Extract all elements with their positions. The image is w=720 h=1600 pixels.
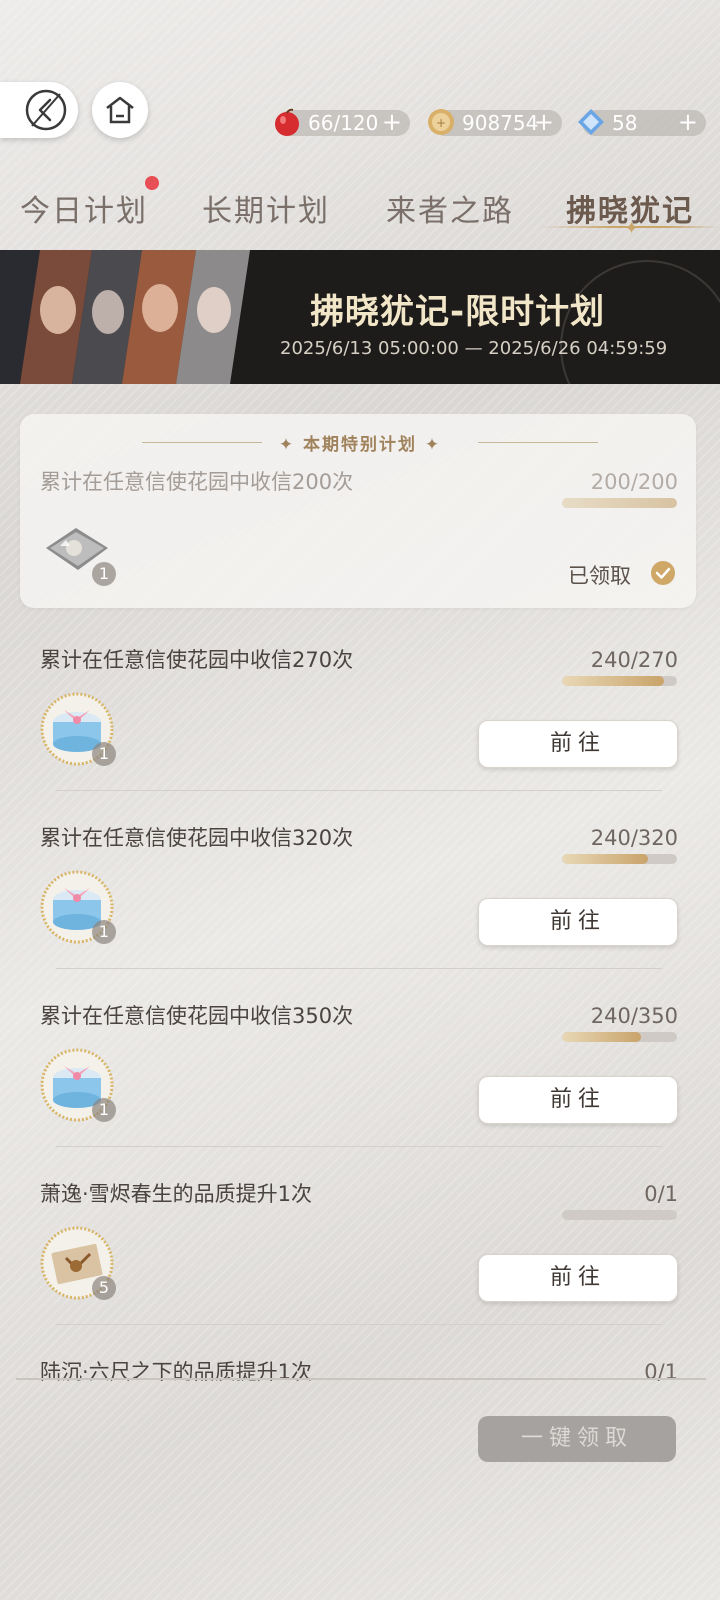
task-divider xyxy=(56,790,662,791)
go-button[interactable]: 前往 xyxy=(478,898,678,946)
stamina-value: 66/120 xyxy=(308,111,379,135)
reward-quantity: 1 xyxy=(92,920,116,944)
reward-quantity: 1 xyxy=(92,742,116,766)
reward-quantity: 5 xyxy=(92,1276,116,1300)
gold-coin-icon: + xyxy=(428,109,454,135)
go-button[interactable]: 前往 xyxy=(478,1254,678,1302)
task-progress: 240/350 xyxy=(590,1004,678,1028)
task-title: 累计在任意信使花园中收信270次 xyxy=(40,648,354,672)
progress-fill xyxy=(562,854,649,864)
notification-dot xyxy=(145,176,159,190)
diamond-value: 58 xyxy=(612,111,638,135)
tab-long-term-plan[interactable]: 长期计划 xyxy=(202,186,330,230)
special-task-title: 累计在任意信使花园中收信200次 xyxy=(40,470,354,494)
task-divider xyxy=(56,968,662,969)
diamond-add-button[interactable]: + xyxy=(678,109,698,135)
go-button[interactable]: 前往 xyxy=(478,1076,678,1124)
gold-add-button[interactable]: + xyxy=(534,109,554,135)
reward-item[interactable]: 1 xyxy=(40,870,116,944)
task-progress: 0/1 xyxy=(644,1182,678,1206)
character-portraits-image xyxy=(0,250,250,384)
reward-quantity: 1 xyxy=(92,562,116,586)
reward-item[interactable]: 1 xyxy=(40,512,116,586)
stamina-counter[interactable]: 66/120 + xyxy=(275,108,410,136)
reward-item[interactable]: 5 xyxy=(40,1226,116,1300)
claim-all-button[interactable]: 一键领取 xyxy=(478,1416,676,1462)
progress-fill xyxy=(562,498,677,508)
task-title: 陆沉·六尺之下的品质提升1次 xyxy=(40,1360,313,1384)
list-bottom-border xyxy=(16,1378,706,1380)
progress-fill xyxy=(562,1032,641,1042)
special-plan-header: ✦ 本期特别计划 ✦ xyxy=(278,435,442,455)
task-title: 累计在任意信使花园中收信320次 xyxy=(40,826,354,850)
checkmark-icon xyxy=(651,561,675,585)
tab-today-plan[interactable]: 今日计划 xyxy=(20,186,148,230)
task-progress-bar xyxy=(562,1032,677,1042)
special-task-progress-bar xyxy=(562,498,677,508)
task-divider xyxy=(56,1146,662,1147)
go-button[interactable]: 前往 xyxy=(478,720,678,768)
task-progress-bar xyxy=(562,676,677,686)
back-icon xyxy=(25,89,67,131)
blue-diamond-icon xyxy=(578,109,604,135)
task-title: 萧逸·雪烬春生的品质提升1次 xyxy=(40,1182,313,1206)
tab-path-of-comer[interactable]: 来者之路 xyxy=(386,186,514,230)
home-button[interactable] xyxy=(92,82,148,138)
banner-date-range: 2025/6/13 05:00:00 — 2025/6/26 04:59:59 xyxy=(280,338,668,359)
diamond-counter[interactable]: 58 + xyxy=(578,109,706,136)
svg-text:+: + xyxy=(436,116,446,130)
stamina-add-button[interactable]: + xyxy=(382,109,402,135)
task-progress-bar xyxy=(562,1210,677,1220)
task-progress-bar xyxy=(562,854,677,864)
gold-value: 908754 xyxy=(462,111,539,135)
claimed-status: 已领取 xyxy=(568,564,631,588)
task-progress: 0/1 xyxy=(644,1360,678,1384)
reward-quantity: 1 xyxy=(92,1098,116,1122)
progress-fill xyxy=(562,676,665,686)
back-button[interactable] xyxy=(0,82,78,138)
task-title: 累计在任意信使花园中收信350次 xyxy=(40,1004,354,1028)
reward-item[interactable]: 1 xyxy=(40,1048,116,1122)
tab-star-icon: ✦ xyxy=(624,218,640,239)
home-icon xyxy=(106,96,134,124)
task-progress: 240/270 xyxy=(590,648,678,672)
special-task-progress: 200/200 xyxy=(590,470,678,494)
gold-counter[interactable]: + 908754 + xyxy=(428,109,562,136)
banner-title: 拂晓犹记-限时计划 xyxy=(310,292,606,332)
task-divider xyxy=(56,1324,662,1325)
task-progress: 240/320 xyxy=(590,826,678,850)
reward-item[interactable]: 1 xyxy=(40,692,116,766)
apple-stamina-icon xyxy=(275,108,299,136)
